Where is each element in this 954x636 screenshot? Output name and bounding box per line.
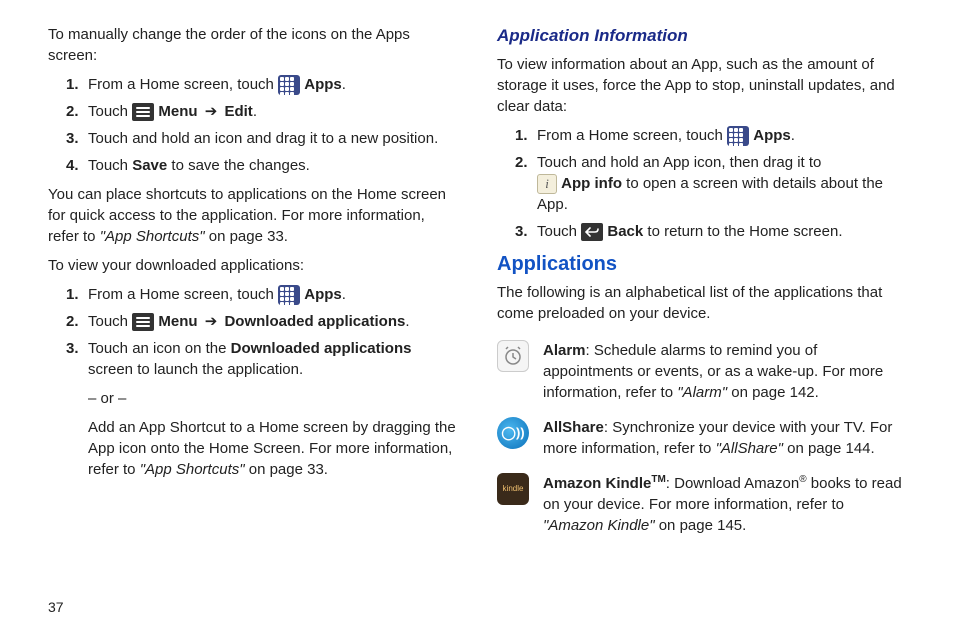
app-description: Amazon KindleTM: Download Amazon® books … xyxy=(543,473,906,536)
intro-paragraph: To manually change the order of the icon… xyxy=(48,24,457,66)
shortcut-paragraph: You can place shortcuts to applications … xyxy=(48,184,457,247)
apps-icon xyxy=(278,285,300,305)
heading-applications: Applications xyxy=(497,250,906,278)
menu-icon xyxy=(132,313,154,331)
kindle-icon: kindle xyxy=(497,473,529,505)
cross-ref: "AllShare" xyxy=(716,440,783,457)
app-entry-kindle: kindle Amazon KindleTM: Download Amazon®… xyxy=(497,473,906,536)
step-body: Touch Menu ➔ Downloaded applications. xyxy=(88,311,457,332)
list-item: 1. From a Home screen, touch Apps. xyxy=(497,125,906,146)
step-number: 1. xyxy=(66,74,88,95)
step-number: 4. xyxy=(66,155,88,176)
arrow-icon: ➔ xyxy=(205,313,218,330)
list-item: 3. Touch an icon on the Downloaded appli… xyxy=(48,338,457,380)
list-item: 3. Touch Back to return to the Home scre… xyxy=(497,221,906,242)
cross-ref: "App Shortcuts" xyxy=(140,461,245,478)
app-entry-alarm: Alarm: Schedule alarms to remind you of … xyxy=(497,340,906,403)
app-info-intro: To view information about an App, such a… xyxy=(497,54,906,117)
alarm-icon xyxy=(497,340,529,372)
heading-app-info: Application Information xyxy=(497,24,906,48)
list-item: 1. From a Home screen, touch Apps. xyxy=(48,284,457,305)
step-body: Touch and hold an icon and drag it to a … xyxy=(88,128,457,149)
cross-ref: "Amazon Kindle" xyxy=(543,517,655,534)
page-number: 37 xyxy=(48,598,64,618)
registered: ® xyxy=(799,474,806,485)
ordered-list-downloaded: 1. From a Home screen, touch Apps. 2. To… xyxy=(48,284,457,380)
step-body: Touch and hold an App icon, then drag it… xyxy=(537,152,906,215)
step-number: 1. xyxy=(66,284,88,305)
ordered-list-app-info: 1. From a Home screen, touch Apps. 2. To… xyxy=(497,125,906,242)
step-body: Touch an icon on the Downloaded applicat… xyxy=(88,338,457,380)
applications-intro: The following is an alphabetical list of… xyxy=(497,282,906,324)
list-item: 2. Touch Menu ➔ Edit. xyxy=(48,101,457,122)
apps-icon xyxy=(278,75,300,95)
app-description: Alarm: Schedule alarms to remind you of … xyxy=(543,340,906,403)
step-number: 1. xyxy=(515,125,537,146)
step-number: 2. xyxy=(515,152,537,173)
app-description: AllShare: Synchronize your device with y… xyxy=(543,417,906,459)
cross-ref: "App Shortcuts" xyxy=(100,228,205,245)
menu-icon xyxy=(132,103,154,121)
sub-paragraph: Add an App Shortcut to a Home screen by … xyxy=(48,417,457,480)
step-number: 2. xyxy=(66,311,88,332)
ordered-list-reorder: 1. From a Home screen, touch Apps. 2. To… xyxy=(48,74,457,176)
step-body: Touch Back to return to the Home screen. xyxy=(537,221,906,242)
apps-icon xyxy=(727,126,749,146)
back-icon xyxy=(581,223,603,241)
list-item: 4. Touch Save to save the changes. xyxy=(48,155,457,176)
step-number: 2. xyxy=(66,101,88,122)
arrow-icon: ➔ xyxy=(205,103,218,120)
step-body: Touch Menu ➔ Edit. xyxy=(88,101,457,122)
step-number: 3. xyxy=(66,338,88,359)
intro-downloaded: To view your downloaded applications: xyxy=(48,255,457,276)
step-body: From a Home screen, touch Apps. xyxy=(88,74,457,95)
trademark: TM xyxy=(651,474,665,485)
step-body: Touch Save to save the changes. xyxy=(88,155,457,176)
or-separator: – or – xyxy=(48,388,457,409)
step-number: 3. xyxy=(515,221,537,242)
right-column: Application Information To view informat… xyxy=(497,24,906,550)
list-item: 2. Touch Menu ➔ Downloaded applications. xyxy=(48,311,457,332)
list-item: 3. Touch and hold an icon and drag it to… xyxy=(48,128,457,149)
left-column: To manually change the order of the icon… xyxy=(48,24,457,550)
info-icon: i xyxy=(537,174,557,194)
step-body: From a Home screen, touch Apps. xyxy=(537,125,906,146)
step-number: 3. xyxy=(66,128,88,149)
list-item: 1. From a Home screen, touch Apps. xyxy=(48,74,457,95)
list-item: 2. Touch and hold an App icon, then drag… xyxy=(497,152,906,215)
allshare-icon: ◯)) xyxy=(497,417,529,449)
cross-ref: "Alarm" xyxy=(677,384,727,401)
step-body: From a Home screen, touch Apps. xyxy=(88,284,457,305)
app-entry-allshare: ◯)) AllShare: Synchronize your device wi… xyxy=(497,417,906,459)
